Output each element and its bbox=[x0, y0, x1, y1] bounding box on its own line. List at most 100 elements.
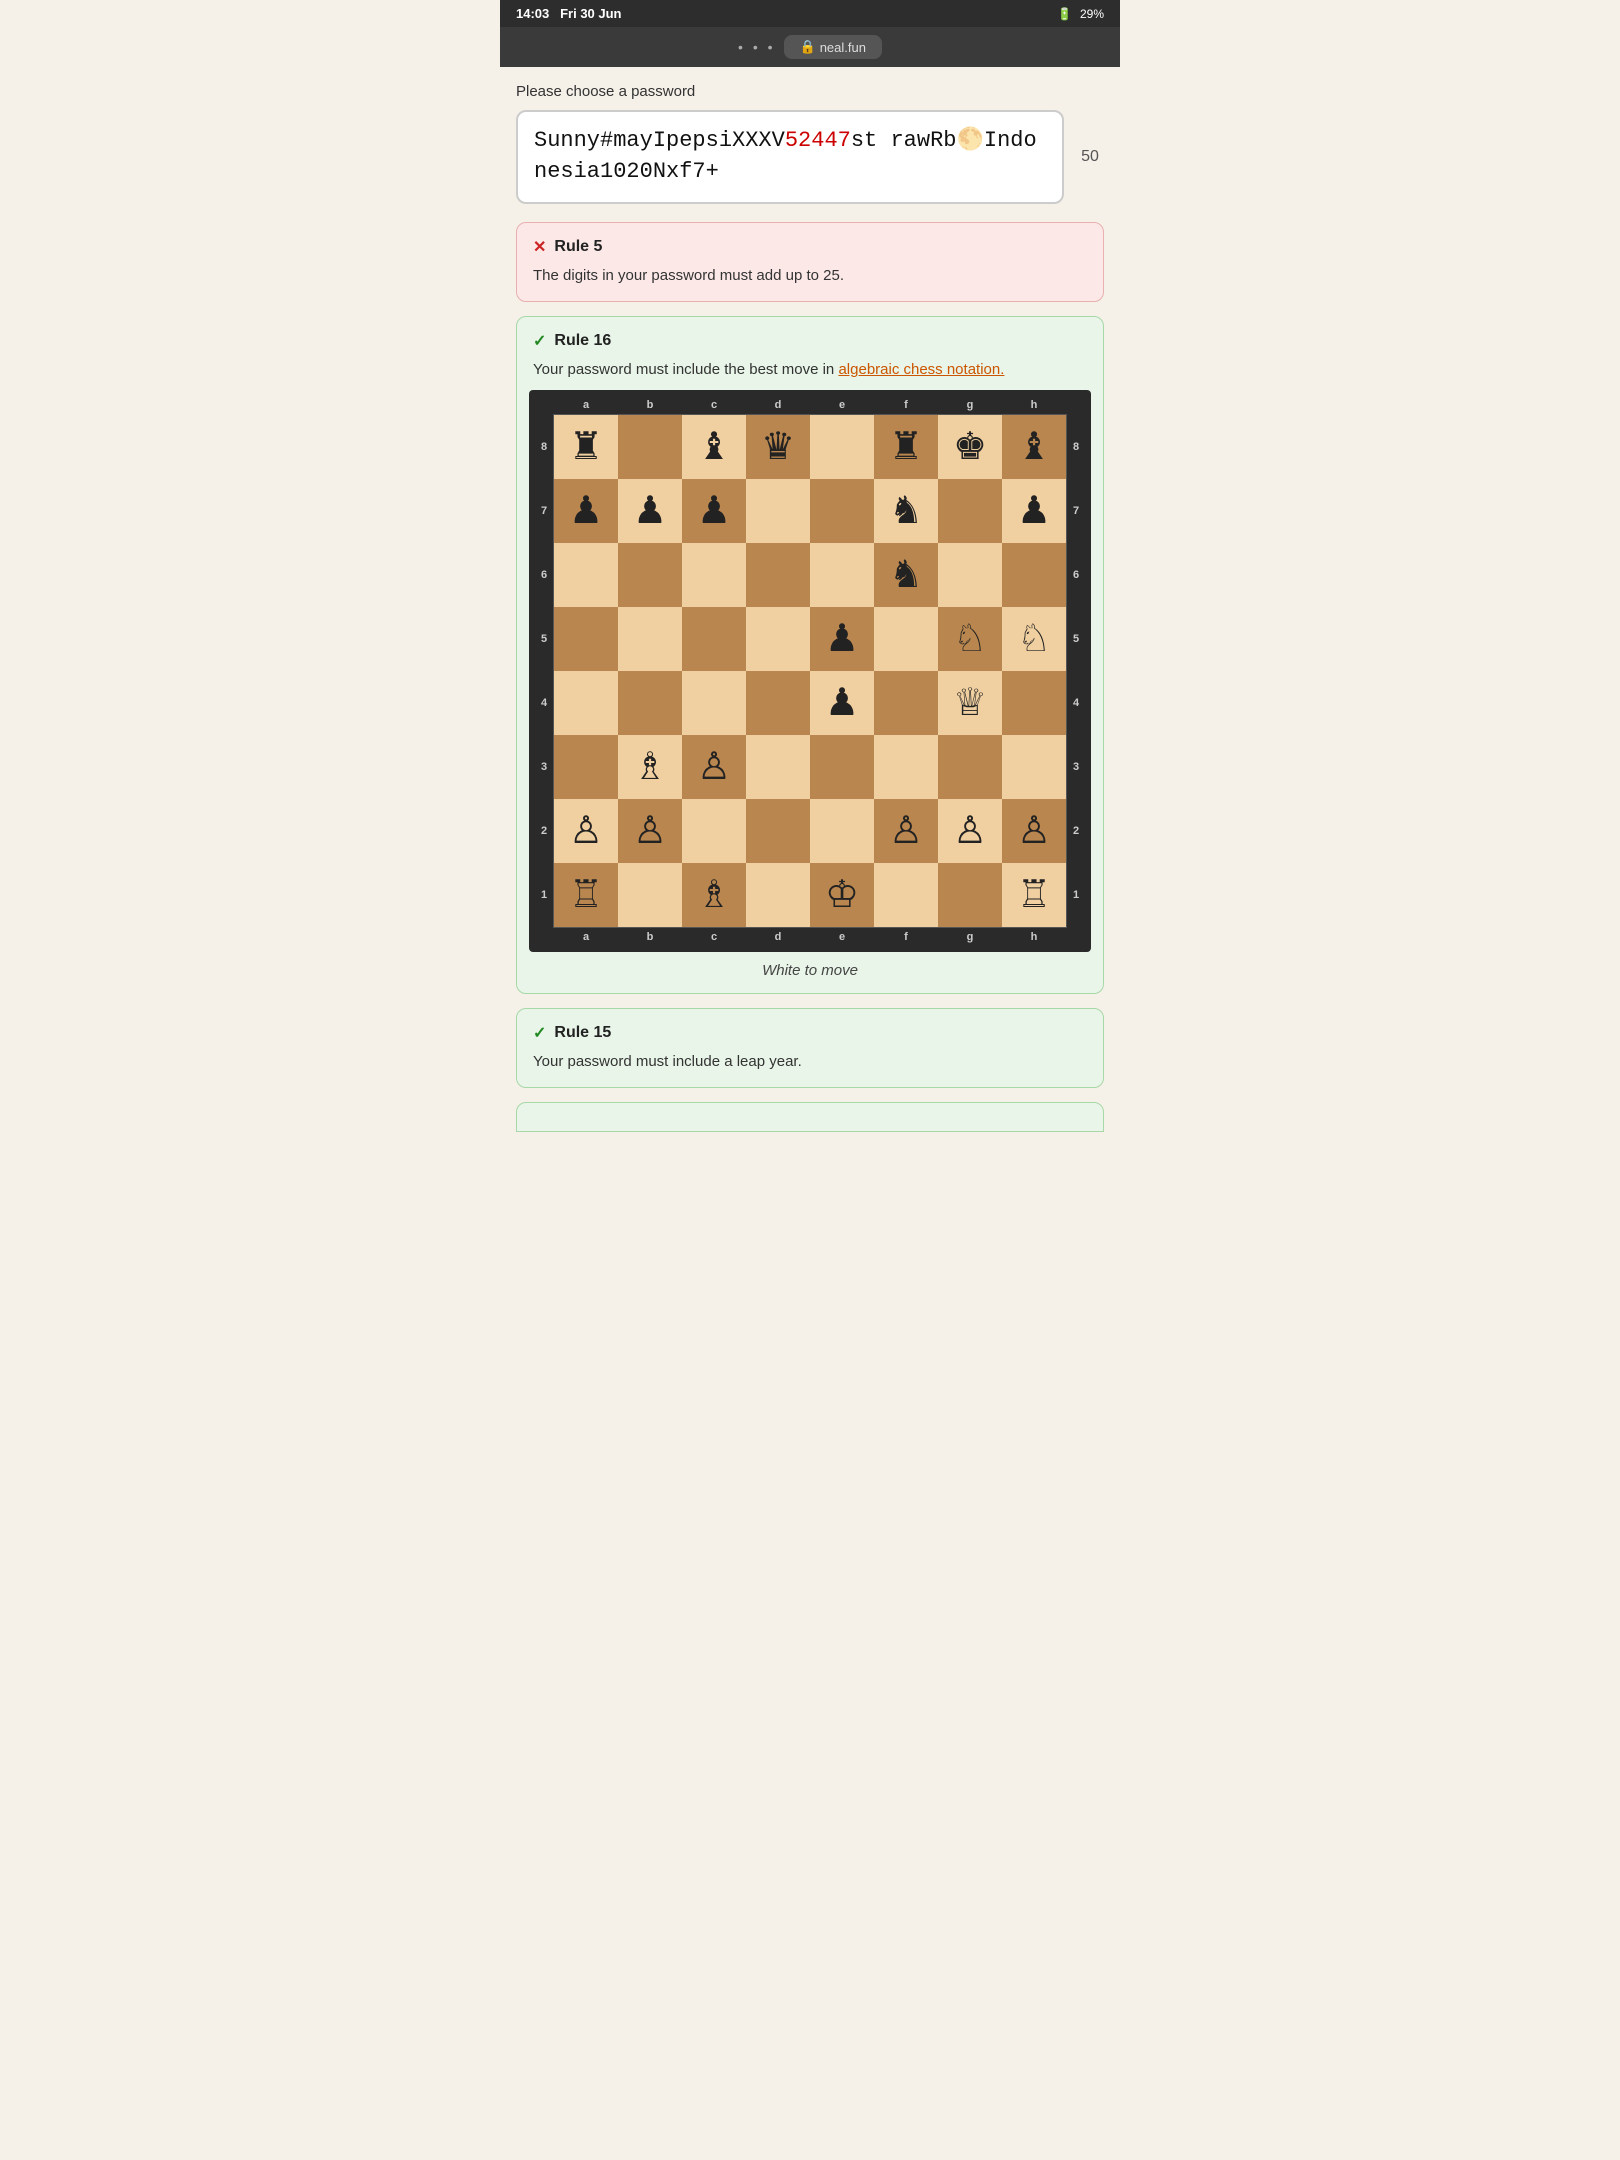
chess-cell-f1 bbox=[874, 863, 938, 927]
chess-cell-h6 bbox=[1002, 543, 1066, 607]
board-outer: a b c d e f g h 8 bbox=[529, 390, 1091, 952]
chess-cell-h3 bbox=[1002, 735, 1066, 799]
browser-bar: • • • 🔒 neal.fun bbox=[500, 27, 1120, 67]
link-text: algebraic chess notation. bbox=[838, 361, 1004, 378]
chess-cell-d3 bbox=[746, 735, 810, 799]
time-text: 14:03 bbox=[516, 6, 549, 21]
file-e-bot: e bbox=[810, 928, 874, 946]
battery-icon: 🔋 bbox=[1057, 7, 1072, 21]
file-h-top: h bbox=[1002, 396, 1066, 414]
battery-percent: 29% bbox=[1080, 7, 1104, 21]
chess-cell-d7 bbox=[746, 479, 810, 543]
rank-8-right: 8 bbox=[1067, 415, 1085, 479]
rule-15-header: ✓ Rule 15 bbox=[533, 1023, 1087, 1043]
rule-5-box: ✕ Rule 5 The digits in your password mus… bbox=[516, 222, 1104, 303]
chess-cell-g6 bbox=[938, 543, 1002, 607]
rule-16-text: Your password must include the best move… bbox=[533, 359, 1087, 382]
url-text: neal.fun bbox=[820, 40, 866, 55]
chess-cell-d8: ♛ bbox=[746, 415, 810, 479]
rule-5-header: ✕ Rule 5 bbox=[533, 237, 1087, 257]
chess-cell-g5: ♘ bbox=[938, 607, 1002, 671]
rank-3-left: 3 bbox=[535, 735, 553, 799]
chess-cell-e3 bbox=[810, 735, 874, 799]
password-box[interactable]: Sunny#mayIpepsiXXXV52447st rawRb🌕Indones… bbox=[516, 110, 1064, 204]
chess-cell-c2 bbox=[682, 799, 746, 863]
chess-cell-b5 bbox=[618, 607, 682, 671]
rank-6-left: 6 bbox=[535, 543, 553, 607]
rule-16-label: Rule 16 bbox=[554, 332, 611, 350]
rank-4-right: 4 bbox=[1067, 671, 1085, 735]
chess-cell-e1: ♔ bbox=[810, 863, 874, 927]
rank-5-right: 5 bbox=[1067, 607, 1085, 671]
chess-cell-d1 bbox=[746, 863, 810, 927]
rank-7-right: 7 bbox=[1067, 479, 1085, 543]
chess-cell-b7: ♟ bbox=[618, 479, 682, 543]
algebraic-notation-link[interactable]: algebraic chess notation. bbox=[838, 361, 1004, 378]
file-c-bot: c bbox=[682, 928, 746, 946]
rule-bottom-partial bbox=[516, 1102, 1104, 1132]
chess-board-wrapper: a b c d e f g h 8 bbox=[533, 390, 1087, 979]
chess-cell-d4 bbox=[746, 671, 810, 735]
chess-cell-h2: ♙ bbox=[1002, 799, 1066, 863]
chess-cell-e8 bbox=[810, 415, 874, 479]
file-g-top: g bbox=[938, 396, 1002, 414]
chess-cell-a7: ♟ bbox=[554, 479, 618, 543]
chess-cell-c8: ♝ bbox=[682, 415, 746, 479]
left-rank-labels: 8 7 6 5 4 3 2 1 bbox=[535, 415, 553, 927]
page-content: Please choose a password Sunny#mayIpepsi… bbox=[500, 67, 1120, 1148]
chess-cell-d2 bbox=[746, 799, 810, 863]
file-e-top: e bbox=[810, 396, 874, 414]
prompt-label: Please choose a password bbox=[516, 83, 1104, 100]
chess-cell-d5 bbox=[746, 607, 810, 671]
file-f-bot: f bbox=[874, 928, 938, 946]
chess-cell-g1 bbox=[938, 863, 1002, 927]
chess-cell-b3: ♗ bbox=[618, 735, 682, 799]
chess-cell-f8: ♜ bbox=[874, 415, 938, 479]
rank-4-left: 4 bbox=[535, 671, 553, 735]
rule-5-label: Rule 5 bbox=[554, 238, 602, 256]
file-d-bot: d bbox=[746, 928, 810, 946]
chess-cell-b8 bbox=[618, 415, 682, 479]
chess-cell-c1: ♗ bbox=[682, 863, 746, 927]
chess-cell-h1: ♖ bbox=[1002, 863, 1066, 927]
file-b-bot: b bbox=[618, 928, 682, 946]
chess-cell-e4: ♟ bbox=[810, 671, 874, 735]
chess-cell-b1 bbox=[618, 863, 682, 927]
board-with-labels: a b c d e f g h 8 bbox=[535, 396, 1085, 946]
file-g-bot: g bbox=[938, 928, 1002, 946]
chess-cell-f7: ♞ bbox=[874, 479, 938, 543]
chess-cell-e6 bbox=[810, 543, 874, 607]
file-h-bot: h bbox=[1002, 928, 1066, 946]
chess-cell-a5 bbox=[554, 607, 618, 671]
rank-2-right: 2 bbox=[1067, 799, 1085, 863]
rule-16-header: ✓ Rule 16 bbox=[533, 331, 1087, 351]
fail-icon: ✕ bbox=[533, 237, 546, 257]
chess-cell-b2: ♙ bbox=[618, 799, 682, 863]
browser-url-bar[interactable]: 🔒 neal.fun bbox=[784, 35, 882, 59]
chess-cell-h7: ♟ bbox=[1002, 479, 1066, 543]
date-text: Fri 30 Jun bbox=[560, 6, 621, 21]
rank-5-left: 5 bbox=[535, 607, 553, 671]
chess-cell-g4: ♕ bbox=[938, 671, 1002, 735]
rule-15-label: Rule 15 bbox=[554, 1024, 611, 1042]
chess-board: ♜♝♛♜♚♝♟♟♟♞♟♞♟♘♘♟♕♗♙♙♙♙♙♙♖♗♔♖ bbox=[553, 414, 1067, 928]
chess-cell-h4 bbox=[1002, 671, 1066, 735]
chess-cell-e2 bbox=[810, 799, 874, 863]
chess-cell-c5 bbox=[682, 607, 746, 671]
char-count: 50 bbox=[1076, 148, 1104, 166]
status-right: 🔋 29% bbox=[1057, 7, 1104, 21]
chess-cell-d6 bbox=[746, 543, 810, 607]
file-a-bot: a bbox=[554, 928, 618, 946]
file-b-top: b bbox=[618, 396, 682, 414]
rule-16-box: ✓ Rule 16 Your password must include the… bbox=[516, 316, 1104, 994]
rank-7-left: 7 bbox=[535, 479, 553, 543]
rank-3-right: 3 bbox=[1067, 735, 1085, 799]
chess-cell-h8: ♝ bbox=[1002, 415, 1066, 479]
rule-15-text: Your password must include a leap year. bbox=[533, 1051, 1087, 1074]
chess-cell-e5: ♟ bbox=[810, 607, 874, 671]
file-a-top: a bbox=[554, 396, 618, 414]
chess-cell-a6 bbox=[554, 543, 618, 607]
chess-cell-a2: ♙ bbox=[554, 799, 618, 863]
chess-cell-h5: ♘ bbox=[1002, 607, 1066, 671]
chess-cell-g8: ♚ bbox=[938, 415, 1002, 479]
